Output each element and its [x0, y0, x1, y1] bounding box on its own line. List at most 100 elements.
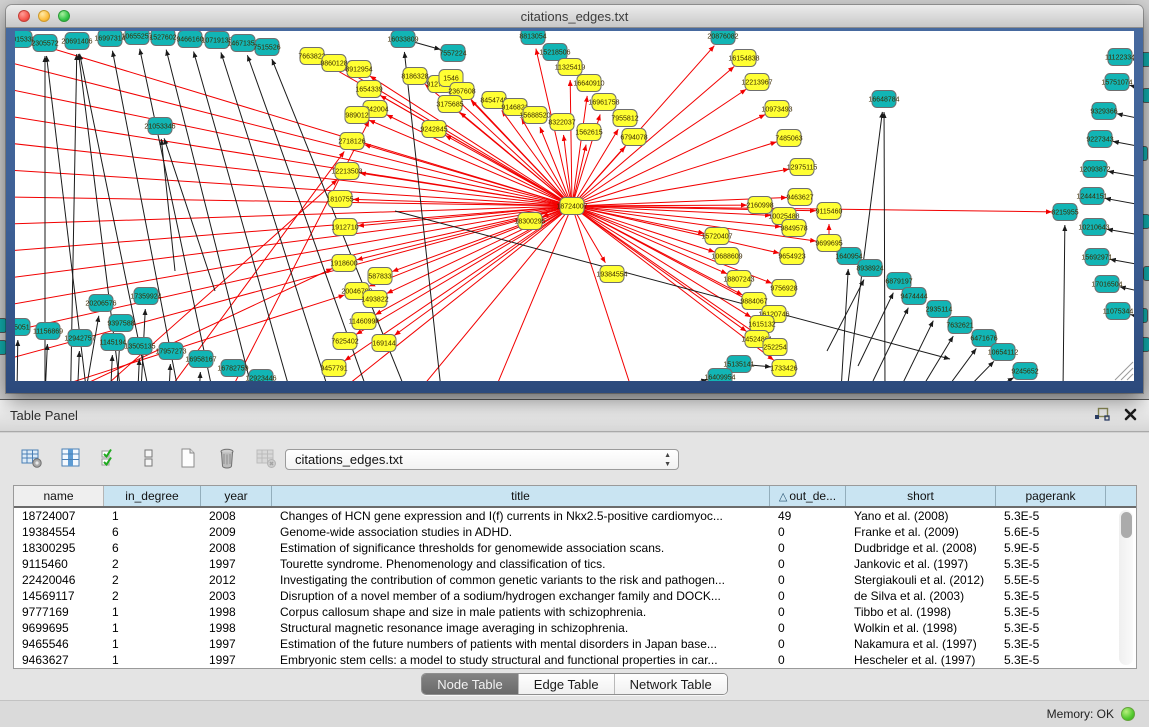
window-titlebar[interactable]: citations_edges.txt	[6, 5, 1143, 28]
network-node[interactable]: 3175685	[436, 96, 463, 113]
table-cell[interactable]: 2012	[201, 572, 272, 588]
table-row[interactable]: 1830029562008Estimation of significance …	[14, 540, 1136, 556]
network-edge[interactable]	[77, 351, 79, 381]
network-node[interactable]: 10654112	[988, 344, 1019, 361]
network-edge[interactable]	[965, 361, 994, 381]
table-cell[interactable]: Stergiakouli et al. (2012)	[846, 572, 996, 588]
table-cell[interactable]: 0	[770, 652, 846, 668]
table-cell[interactable]: 9777169	[14, 604, 104, 620]
table-cell[interactable]: 5.3E-5	[996, 508, 1106, 524]
network-node[interactable]: 9242845	[420, 121, 447, 138]
network-edge[interactable]	[85, 316, 99, 381]
network-node[interactable]: 12942757	[64, 330, 95, 347]
table-cell[interactable]: 2	[104, 588, 201, 604]
column-header-pagerank[interactable]: pagerank	[996, 486, 1106, 506]
network-node[interactable]: 11156869	[33, 323, 63, 340]
table-cell[interactable]: 0	[770, 524, 846, 540]
network-node[interactable]: 9654923	[778, 248, 805, 265]
table-cell[interactable]: 1	[104, 508, 201, 524]
network-node[interactable]: 18300295	[514, 213, 545, 230]
network-node[interactable]: 10973493	[761, 101, 792, 118]
table-cell[interactable]: Yano et al. (2008)	[846, 508, 996, 524]
network-node[interactable]: 1810755	[326, 191, 353, 208]
network-node[interactable]: 7955812	[611, 110, 638, 127]
tab-edge-table[interactable]: Edge Table	[519, 674, 615, 694]
tab-network-table[interactable]: Network Table	[615, 674, 727, 694]
network-node[interactable]: 169144	[372, 335, 396, 352]
network-node[interactable]: 16958167	[185, 351, 216, 368]
network-node[interactable]: 19384554	[596, 266, 627, 283]
table-cell[interactable]: 5.3E-5	[996, 652, 1106, 668]
table-cell[interactable]: de Silva et al. (2003)	[846, 588, 996, 604]
network-edge[interactable]	[858, 293, 893, 366]
column-header-title[interactable]: title	[272, 486, 770, 506]
network-node[interactable]: 989012	[345, 107, 369, 124]
table-cell[interactable]: 1997	[201, 556, 272, 572]
table-cell[interactable]: 0	[770, 588, 846, 604]
network-node[interactable]: 21053346	[144, 118, 175, 135]
network-edge[interactable]	[1107, 229, 1134, 241]
table-cell[interactable]: 2009	[201, 524, 272, 540]
table-cell[interactable]: 5.3E-5	[996, 604, 1106, 620]
table-row[interactable]: 1938455462009Genome-wide association stu…	[14, 524, 1136, 540]
table-cell[interactable]: 2003	[201, 588, 272, 604]
network-node[interactable]: 9329366	[1090, 103, 1117, 120]
network-node[interactable]: 10210643	[1078, 219, 1109, 236]
network-node[interactable]: 9457791	[320, 360, 347, 377]
table-cell[interactable]: 5.3E-5	[996, 556, 1106, 572]
network-node[interactable]: 15688520	[519, 107, 550, 124]
network-graph[interactable]: 1601533823055722069140616997314106552571…	[15, 31, 1134, 381]
network-edge[interactable]	[15, 206, 572, 376]
network-node[interactable]: 12444151	[1076, 188, 1107, 205]
network-edge[interactable]	[1105, 198, 1134, 211]
tab-node-table[interactable]: Node Table	[422, 674, 519, 694]
network-node[interactable]: 11325419	[555, 59, 586, 76]
table-cell[interactable]: 0	[770, 636, 846, 652]
table-cell[interactable]: 2	[104, 556, 201, 572]
table-cell[interactable]: 6	[104, 524, 201, 540]
network-node[interactable]: 9115460	[816, 203, 843, 220]
network-node[interactable]: 9397588	[107, 315, 134, 332]
table-cell[interactable]: 22420046	[14, 572, 104, 588]
network-edge[interactable]	[572, 142, 777, 206]
zoom-window-icon[interactable]	[58, 10, 70, 22]
table-cell[interactable]: Changes of HCN gene expression and I(f) …	[272, 508, 770, 524]
table-cell[interactable]: 9115460	[14, 556, 104, 572]
table-cell[interactable]: Structural magnetic resonance image aver…	[272, 620, 770, 636]
network-node[interactable]: 1615132	[748, 316, 775, 333]
network-node[interactable]: 1733426	[770, 360, 797, 377]
table-cell[interactable]: 0	[770, 604, 846, 620]
network-edge[interactable]	[465, 206, 572, 381]
table-cell[interactable]: Jankovic et al. (1997)	[846, 556, 996, 572]
network-node[interactable]: 1562615	[575, 124, 602, 141]
network-node[interactable]: 587833	[368, 268, 392, 285]
table-cell[interactable]: 0	[770, 572, 846, 588]
table-row[interactable]: 1456911722003Disruption of a novel membe…	[14, 588, 1136, 604]
network-node[interactable]: 16033809	[387, 31, 418, 48]
network-node[interactable]: 9245652	[1011, 363, 1038, 380]
table-cell[interactable]: 2008	[201, 540, 272, 556]
network-node[interactable]: 16154838	[728, 50, 759, 67]
network-node[interactable]: 15720407	[701, 228, 732, 245]
table-cell[interactable]: Estimation of the future numbers of pati…	[272, 636, 770, 652]
table-cell[interactable]: 1998	[201, 620, 272, 636]
network-edge[interactable]	[1110, 259, 1134, 271]
table-cell[interactable]: 0	[770, 540, 846, 556]
minimize-window-icon[interactable]	[38, 10, 50, 22]
table-cell[interactable]: 5.3E-5	[996, 588, 1106, 604]
stacked-squares-icon[interactable]	[137, 446, 161, 470]
close-panel-icon[interactable]	[1124, 408, 1137, 426]
network-node[interactable]: 12923446	[245, 370, 276, 382]
table-cell[interactable]: 0	[770, 556, 846, 572]
table-row[interactable]: 969969511998Structural magnetic resonanc…	[14, 620, 1136, 636]
network-node[interactable]: 18724007	[556, 198, 587, 215]
network-node[interactable]: 10688609	[711, 248, 742, 265]
network-edge[interactable]	[873, 308, 908, 381]
network-node[interactable]: 16782759	[217, 360, 248, 377]
network-edge[interactable]	[1130, 85, 1134, 97]
network-node[interactable]: 9227343	[1086, 131, 1113, 148]
network-edge[interactable]	[655, 380, 707, 381]
network-node[interactable]: 17016504	[1091, 276, 1122, 293]
network-node[interactable]: 1918600	[330, 255, 357, 272]
network-edge[interactable]	[1120, 287, 1134, 299]
